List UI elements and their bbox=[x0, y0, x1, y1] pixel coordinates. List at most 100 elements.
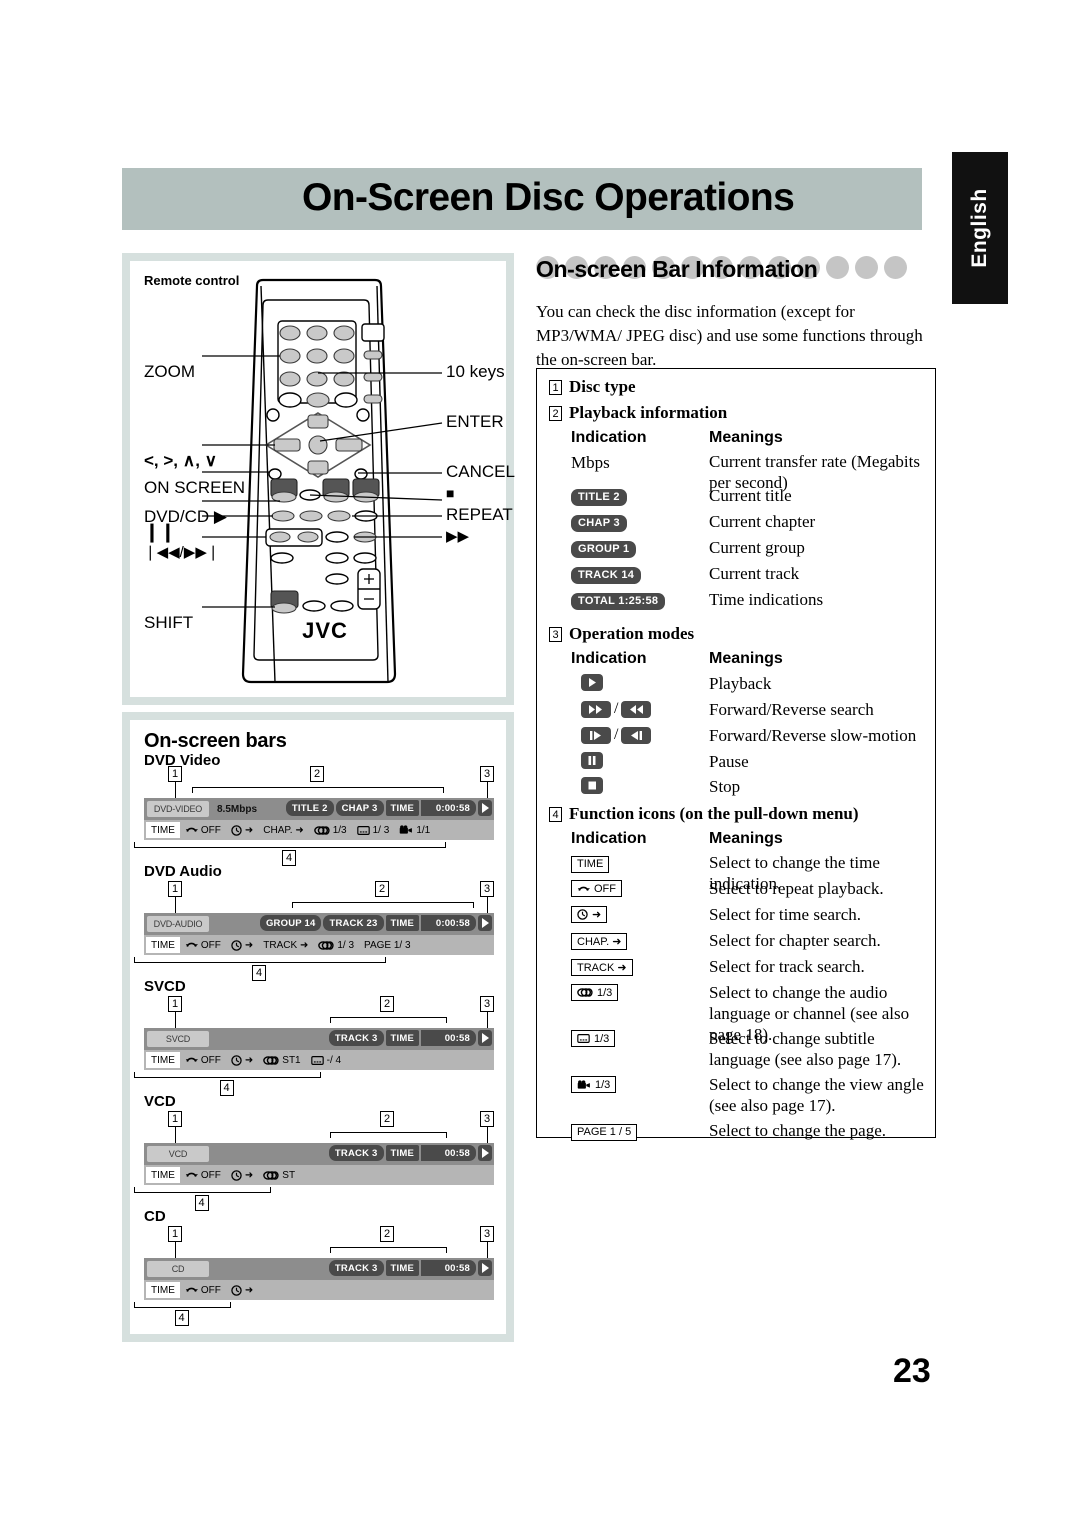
clock-icon bbox=[231, 1284, 242, 1296]
bar-function-row: TIME OFF ➜ TRACK ➜ 1/ 3 PAGE 1/ 3 bbox=[144, 935, 494, 955]
indication-cell: GROUP 1 bbox=[571, 539, 637, 558]
callout-brace bbox=[329, 1247, 447, 1253]
column-header-meanings: Meanings bbox=[709, 830, 783, 847]
info-group-number: 2 bbox=[549, 406, 562, 421]
bar-function-chip[interactable]: PAGE 1/ 3 bbox=[359, 937, 416, 953]
bar-callout-number-1: 1 bbox=[168, 996, 182, 1012]
callout-brace bbox=[329, 1017, 447, 1023]
bar-function-chip[interactable]: ➜ bbox=[226, 1167, 258, 1183]
remote-callout-enter: ENTER bbox=[446, 412, 504, 431]
callout-brace bbox=[134, 1072, 321, 1078]
bar-function-chip[interactable]: 1/ 3 bbox=[352, 822, 395, 838]
bar-function-chip[interactable]: TIME bbox=[146, 937, 180, 953]
bar-function-chip[interactable]: OFF bbox=[180, 1282, 226, 1298]
bar-callout-number-3: 3 bbox=[480, 766, 494, 782]
indication-cell: TITLE 2 bbox=[571, 487, 627, 506]
playback-info-chip[interactable]: TRACK 3 bbox=[328, 1030, 384, 1046]
bar-function-chip[interactable]: ➜ bbox=[226, 937, 258, 953]
bar-status-row: DVD-AUDIO GROUP 14 TRACK 23 TIME 0:00:58 bbox=[144, 913, 494, 935]
bar-function-chip[interactable]: TIME bbox=[146, 1052, 180, 1068]
playback-info-chip[interactable]: 00:58 bbox=[421, 1260, 476, 1276]
bar-function-chip[interactable]: ➜ bbox=[226, 822, 258, 838]
playback-info-chip[interactable]: TIME bbox=[385, 1030, 419, 1046]
function-icon-chip: OFF bbox=[571, 880, 622, 897]
info-group-number: 3 bbox=[549, 627, 562, 642]
bar-function-chip[interactable]: 1/3 bbox=[309, 822, 352, 838]
angle-icon bbox=[577, 1079, 590, 1089]
bar-function-chip[interactable]: TIME bbox=[146, 822, 180, 838]
bar-function-chip[interactable]: ST bbox=[258, 1167, 300, 1183]
playback-info-chip[interactable]: 00:58 bbox=[421, 1145, 476, 1161]
meaning-cell: Select for track search. bbox=[709, 957, 865, 976]
meaning-cell: Select for chapter search. bbox=[709, 931, 881, 950]
playback-info-chip[interactable]: TIME bbox=[385, 915, 419, 931]
info-group-playback-information: 2 Playback information bbox=[549, 403, 727, 423]
bar-function-chip[interactable]: OFF bbox=[180, 822, 226, 838]
playback-info-chip[interactable]: CHAP 3 bbox=[335, 800, 384, 816]
playback-info-group: TRACK 3 TIME 00:58 bbox=[328, 1145, 476, 1161]
language-tab-label: English bbox=[968, 188, 991, 268]
playback-info-chip[interactable]: GROUP 14 bbox=[259, 915, 322, 931]
bar-function-label: TRACK ➜ bbox=[263, 939, 309, 951]
bar-function-chip[interactable]: OFF bbox=[180, 937, 226, 953]
playback-info-chip[interactable]: TRACK 3 bbox=[328, 1145, 384, 1161]
info-group-disc-type: 1 Disc type bbox=[549, 377, 636, 397]
slow-forward-icon bbox=[581, 726, 611, 744]
playback-info-chip[interactable]: TIME bbox=[385, 1260, 419, 1276]
play-icon bbox=[478, 1145, 492, 1161]
bar-function-chip[interactable]: TIME bbox=[146, 1167, 180, 1183]
bar-function-label: TIME bbox=[151, 1169, 175, 1181]
disc-format-label: CD bbox=[144, 1208, 166, 1225]
bar-function-label: ➜ bbox=[244, 824, 254, 836]
indication-cell bbox=[581, 777, 603, 794]
playback-info-chip[interactable]: TRACK 23 bbox=[323, 915, 384, 931]
playback-info-chip[interactable]: TRACK 3 bbox=[328, 1260, 384, 1276]
bar-callout-number-1: 1 bbox=[168, 1226, 182, 1242]
function-icon-label: 1/3 bbox=[594, 1032, 610, 1045]
bar-function-chip[interactable]: ST1 bbox=[258, 1052, 305, 1068]
on-screen-bar: SVCD TRACK 3 TIME 00:58 TIME OFF ➜ ST1 -/ 4 bbox=[144, 1028, 494, 1070]
bar-function-chip[interactable]: OFF bbox=[180, 1167, 226, 1183]
playback-info-chip[interactable]: 0:00:58 bbox=[421, 800, 476, 816]
info-group-operation-modes: 3 Operation modes bbox=[549, 624, 694, 644]
bar-function-chip[interactable]: -/ 4 bbox=[306, 1052, 346, 1068]
bar-function-chip[interactable]: TIME bbox=[146, 1282, 180, 1298]
bar-status-row: CD TRACK 3 TIME 00:58 bbox=[144, 1258, 494, 1280]
playback-info-group: TITLE 2 CHAP 3 TIME 0:00:58 bbox=[285, 800, 476, 816]
callout-brace bbox=[192, 787, 444, 793]
callout-brace bbox=[329, 1132, 447, 1138]
bar-function-chip[interactable]: OFF bbox=[180, 1052, 226, 1068]
slash-separator: / bbox=[614, 726, 619, 743]
column-header-meanings: Meanings bbox=[709, 429, 783, 446]
audio-icon bbox=[313, 825, 330, 835]
bar-function-chip[interactable]: 1/ 3 bbox=[313, 937, 359, 953]
function-icon-chip: 1/3 bbox=[571, 1030, 616, 1047]
page-title-bar: On-Screen Disc Operations bbox=[122, 168, 922, 230]
bar-function-label: TIME bbox=[151, 1054, 175, 1066]
disc-format-label: SVCD bbox=[144, 978, 186, 995]
bar-function-chip[interactable]: CHAP. ➜ bbox=[258, 822, 308, 838]
bar-function-label: OFF bbox=[200, 1054, 221, 1066]
bar-function-chip[interactable]: ➜ bbox=[226, 1052, 258, 1068]
indication-cell: Mbps bbox=[571, 453, 610, 473]
bar-function-label: PAGE 1/ 3 bbox=[364, 939, 411, 951]
indication-cell: 1/3 bbox=[571, 984, 619, 1002]
playback-info-chip[interactable]: 0:00:58 bbox=[421, 915, 476, 931]
indication-label: Mbps bbox=[571, 453, 610, 472]
bar-function-label: ➜ bbox=[244, 939, 254, 951]
playback-info-chip[interactable]: TIME bbox=[385, 800, 419, 816]
bar-function-chip[interactable]: ➜ bbox=[226, 1282, 258, 1298]
meaning-cell: Select to repeat playback. bbox=[709, 879, 884, 898]
playback-info-chip[interactable]: TIME bbox=[385, 1145, 419, 1161]
column-header-indication: Indication bbox=[571, 429, 647, 446]
callout-brace bbox=[292, 902, 474, 908]
bar-function-chip[interactable]: 1/1 bbox=[394, 822, 435, 838]
bar-function-label: ST1 bbox=[282, 1054, 301, 1066]
playback-info-chip[interactable]: TITLE 2 bbox=[285, 800, 334, 816]
bar-function-label: ST bbox=[282, 1169, 296, 1181]
bar-function-label: ➜ bbox=[244, 1054, 254, 1066]
repeat-icon bbox=[577, 886, 590, 891]
bar-function-chip[interactable]: TRACK ➜ bbox=[258, 937, 313, 953]
disc-type-chip: CD bbox=[147, 1261, 209, 1277]
playback-info-chip[interactable]: 00:58 bbox=[421, 1030, 476, 1046]
